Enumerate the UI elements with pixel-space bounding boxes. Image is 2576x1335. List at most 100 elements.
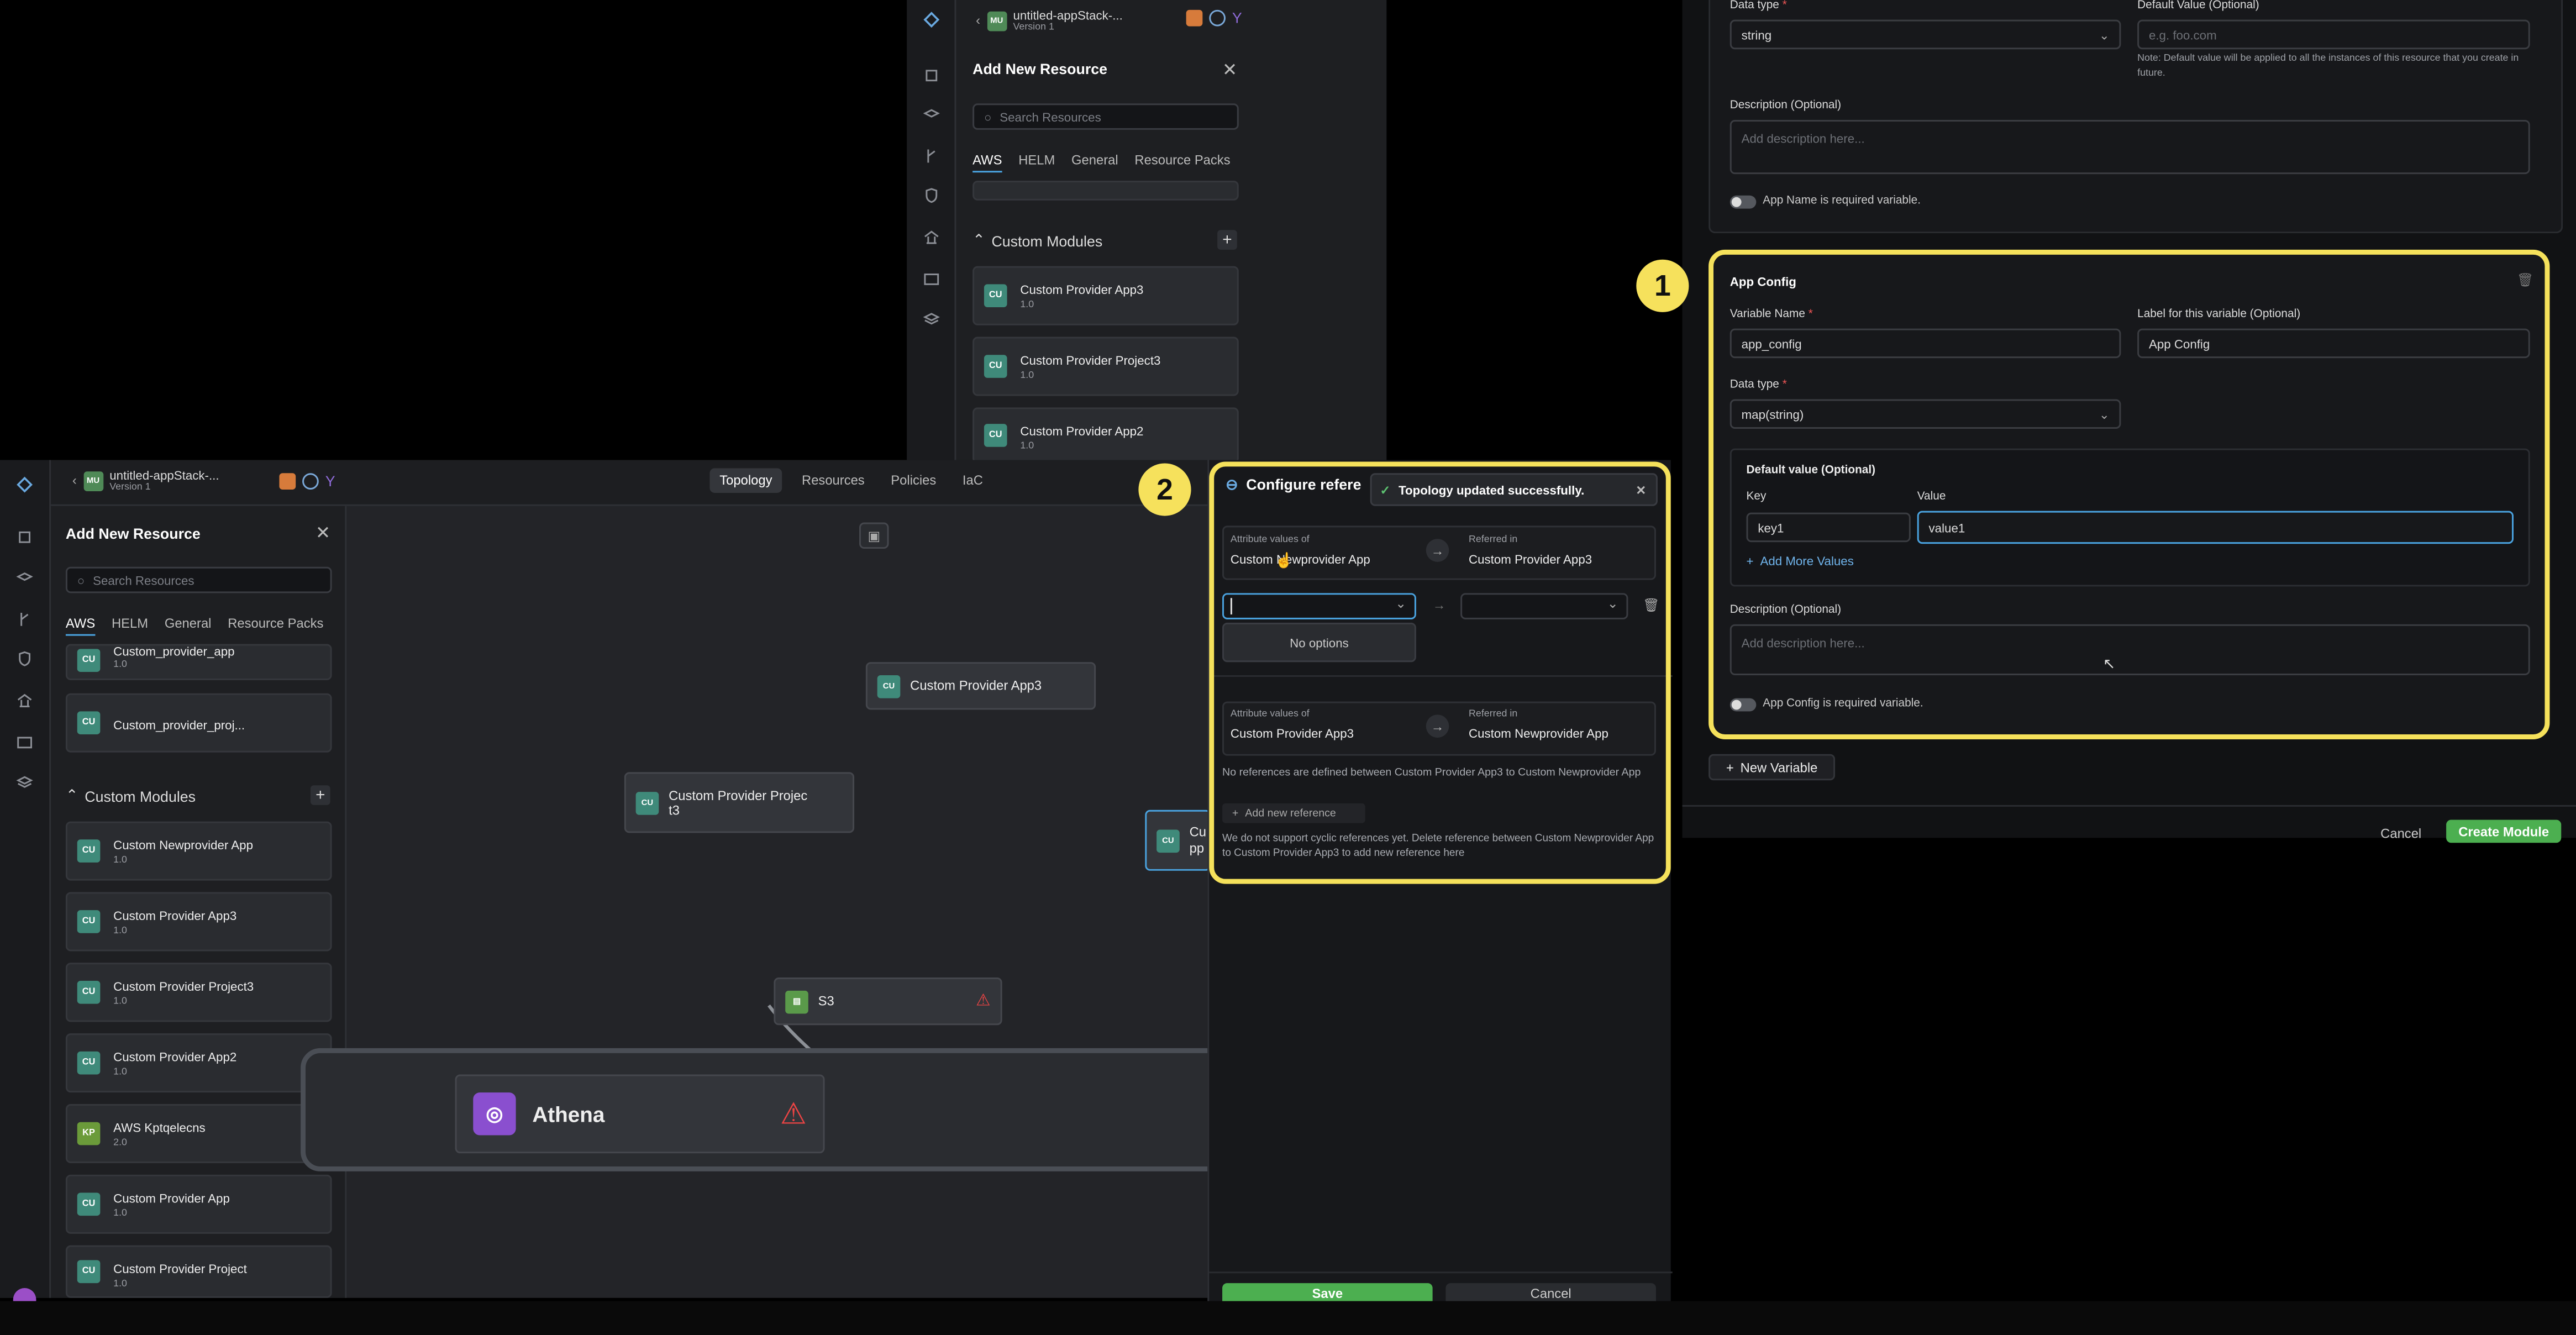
tab-topology[interactable]: Topology: [709, 468, 782, 493]
tab-policies[interactable]: Policies: [884, 468, 943, 493]
list-item[interactable]: CU Custom Provider App3 1.0: [65, 892, 332, 952]
default-value-label: Default Value (Optional): [2137, 0, 2259, 12]
layers-icon[interactable]: [0, 569, 49, 588]
app-badge: MU: [986, 10, 1007, 31]
list-item[interactable]: CU Custom_provider_proj...: [65, 693, 332, 753]
top-rail: [907, 0, 956, 464]
cu-badge: CU: [1156, 828, 1180, 852]
aws-icon: [1186, 9, 1203, 27]
book-icon[interactable]: [0, 527, 49, 547]
node-athena[interactable]: ◎ Athena ⚠: [455, 1074, 825, 1154]
search-input[interactable]: ○ Search Resources: [972, 103, 1239, 130]
list-item[interactable]: KP AWS Kptqelecns 2.0: [65, 1103, 332, 1164]
avatar[interactable]: [13, 1287, 36, 1301]
default-value-input[interactable]: e.g. foo.com: [2137, 19, 2530, 50]
terraform-icon: Y: [325, 473, 335, 490]
stack-icon[interactable]: [907, 309, 954, 329]
list-item[interactable]: CU Custom Provider App2 1.0: [972, 407, 1239, 464]
tab-resources[interactable]: Resources: [795, 468, 871, 493]
main-service-icons: Y: [279, 473, 341, 490]
book-icon[interactable]: [907, 66, 954, 86]
divider: [1209, 1271, 1673, 1274]
node-custom-provider-project3[interactable]: CU Custom Provider Projec t3: [624, 772, 855, 833]
tab-helm[interactable]: HELM: [112, 616, 148, 636]
app-badge: MU: [83, 470, 103, 491]
main-nav-tabs: Topology Resources Policies IaC: [709, 468, 989, 493]
search-input[interactable]: ○ Search Resources: [65, 566, 332, 593]
app-name[interactable]: untitled-appStack-...: [109, 468, 219, 483]
main-window: ‹ MU untitled-appStack-... Version 1 Y T…: [0, 460, 1502, 1301]
save-button[interactable]: Save: [1222, 1283, 1433, 1301]
cancel-button[interactable]: Cancel: [1445, 1283, 1656, 1301]
tab-resource-packs[interactable]: Resource Packs: [228, 616, 323, 636]
add-module-button[interactable]: +: [310, 785, 330, 805]
shield-icon[interactable]: [0, 649, 49, 669]
new-variable-button[interactable]: + New Variable: [1708, 754, 1836, 781]
list-item-partial[interactable]: [972, 181, 1239, 201]
close-icon[interactable]: ✕: [1222, 59, 1237, 81]
app-name-required-text: App Name is required variable.: [1763, 195, 1921, 207]
list-item[interactable]: CU Custom Provider Project3 1.0: [972, 337, 1239, 396]
data-type-select[interactable]: string ⌄: [1729, 19, 2121, 50]
highlight-box-1: [1708, 249, 2550, 739]
cu-badge: CU: [877, 674, 901, 698]
close-icon[interactable]: ✕: [316, 522, 330, 544]
back-chevron-icon[interactable]: ‹: [72, 473, 77, 488]
warning-icon: ⚠: [976, 992, 991, 1011]
resource-tabs: AWS HELM General Resource Packs: [65, 616, 323, 636]
main-app-header: ‹ MU untitled-appStack-... Version 1: [72, 468, 219, 493]
list-item[interactable]: CU Custom_provider_app 1.0: [65, 644, 332, 680]
terminal-icon[interactable]: [0, 733, 49, 753]
app-name[interactable]: untitled-appStack-...: [1013, 8, 1122, 23]
chevron-down-icon: ⌄: [2099, 27, 2110, 42]
search-icon: ○: [77, 572, 85, 587]
logo-icon[interactable]: [0, 475, 49, 495]
bank-icon[interactable]: [0, 692, 49, 712]
list-item[interactable]: CU Custom Provider App3 1.0: [972, 266, 1239, 325]
tab-helm[interactable]: HELM: [1018, 153, 1055, 173]
k8s-icon: [1209, 9, 1226, 27]
mouse-cursor-icon: ☝: [1275, 551, 1294, 569]
chevron-up-icon: ⌃: [972, 232, 985, 248]
k8s-icon: [302, 473, 319, 490]
tab-aws[interactable]: AWS: [65, 616, 96, 636]
save-canvas-icon[interactable]: ▣: [859, 522, 889, 549]
screenshot-root: ‹ MU untitled-appStack-... Version 1 Y A…: [0, 0, 2576, 1335]
bank-icon[interactable]: [907, 228, 954, 248]
custom-modules-section[interactable]: ⌃ Custom Modules: [66, 787, 196, 805]
list-item[interactable]: CU Custom Newprovider App 1.0: [65, 821, 332, 881]
app-name-required-toggle[interactable]: [1729, 195, 1757, 209]
create-module-button[interactable]: Create Module: [2446, 819, 2562, 843]
custom-modules-section[interactable]: ⌃ Custom Modules: [972, 232, 1102, 250]
description-textarea[interactable]: Add description here...: [1729, 120, 2530, 175]
chevron-up-icon: ⌃: [65, 787, 78, 803]
terminal-icon[interactable]: [907, 270, 954, 290]
cancel-button[interactable]: Cancel: [2380, 827, 2421, 842]
panel-title: Add New Resource: [65, 525, 201, 543]
list-item[interactable]: CU Custom Provider Project 1.0: [65, 1245, 332, 1298]
list-item[interactable]: CU Custom Provider Project3 1.0: [65, 963, 332, 1022]
tab-aws[interactable]: AWS: [972, 153, 1002, 173]
back-chevron-icon[interactable]: ‹: [976, 13, 980, 28]
list-item[interactable]: CU Custom Provider App2 1.0: [65, 1033, 332, 1093]
add-module-button[interactable]: +: [1217, 230, 1237, 250]
node-custom-newprovider-app[interactable]: CU Cu pp: [1145, 810, 1211, 871]
node-custom-provider-app3[interactable]: CU Custom Provider App3: [865, 662, 1096, 710]
tab-iac[interactable]: IaC: [956, 468, 990, 493]
layers-icon[interactable]: [907, 105, 954, 125]
logo-icon[interactable]: [907, 10, 954, 30]
terraform-icon: Y: [1232, 9, 1242, 27]
tab-general[interactable]: General: [165, 616, 212, 636]
version-selector[interactable]: Version 1: [109, 483, 219, 493]
stack-icon[interactable]: [0, 772, 49, 792]
branch-icon[interactable]: [0, 609, 49, 629]
shield-icon[interactable]: [907, 186, 954, 206]
list-item[interactable]: CU Custom Provider App 1.0: [65, 1174, 332, 1234]
tab-resource-packs[interactable]: Resource Packs: [1134, 153, 1230, 173]
node-s3[interactable]: ▤ S3 ⚠: [774, 977, 1002, 1026]
branch-icon[interactable]: [907, 146, 954, 166]
tab-general[interactable]: General: [1071, 153, 1118, 173]
version-selector[interactable]: Version 1: [1013, 23, 1122, 33]
warning-icon: ⚠: [780, 1096, 807, 1130]
description-label: Description (Optional): [1729, 100, 1842, 112]
